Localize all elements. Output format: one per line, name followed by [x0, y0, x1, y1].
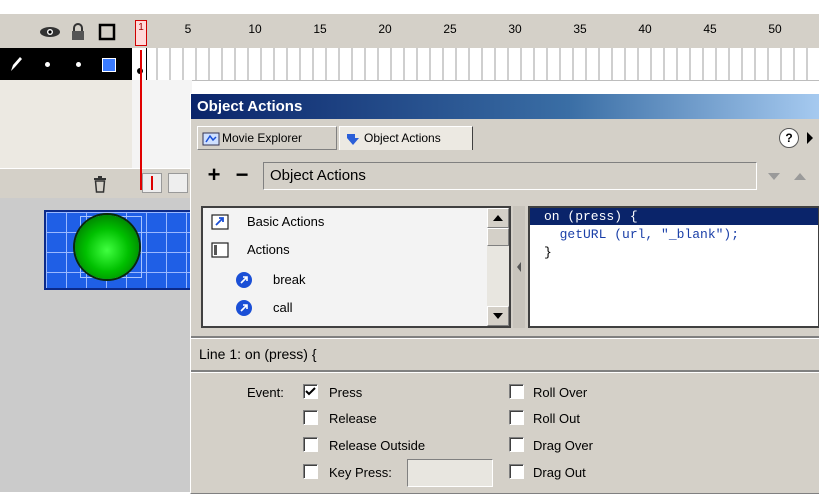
- visibility-dot[interactable]: [45, 62, 50, 67]
- pencil-icon: [8, 55, 24, 73]
- checkbox-roll-over[interactable]: [509, 384, 524, 399]
- checkbox-roll-out[interactable]: [509, 410, 524, 425]
- checkbox-label: Drag Out: [533, 465, 586, 480]
- tab-movie-explorer[interactable]: Movie Explorer: [197, 126, 337, 150]
- timeline-toolbar: [0, 168, 192, 199]
- checkbox-drag-over[interactable]: [509, 437, 524, 452]
- frame-number: 25: [443, 22, 457, 36]
- action-circle-icon: [235, 299, 253, 317]
- list-item-label: break: [273, 272, 306, 287]
- checkbox-key-press[interactable]: [303, 464, 318, 479]
- category-select-value: Object Actions: [270, 167, 366, 184]
- checkbox-label: Roll Over: [533, 385, 588, 400]
- remove-action-button[interactable]: −: [231, 164, 253, 188]
- help-button[interactable]: ?: [779, 128, 799, 148]
- frame-number: 45: [703, 22, 717, 36]
- status-divider: [191, 370, 819, 373]
- checkbox-release-outside[interactable]: [303, 437, 318, 452]
- playhead-line: [135, 16, 147, 194]
- key-press-field[interactable]: [407, 459, 493, 487]
- lock-dot[interactable]: [76, 62, 81, 67]
- list-item-label: call: [273, 300, 293, 315]
- object-actions-panel: Object Actions Movie Explorer Object Act…: [190, 93, 819, 494]
- code-line-selected[interactable]: on (press) {: [530, 208, 818, 225]
- layer-color-swatch[interactable]: [102, 58, 116, 72]
- book-arrow-icon: [211, 214, 229, 230]
- code-line[interactable]: getURL (url, "_blank");: [530, 226, 739, 243]
- object-actions-icon: [345, 131, 361, 145]
- category-select[interactable]: Object Actions: [263, 162, 757, 190]
- move-down-icon[interactable]: [765, 168, 783, 184]
- frame-number: 10: [248, 22, 262, 36]
- checkbox-press[interactable]: [303, 384, 318, 399]
- checkbox-label: Press: [329, 385, 363, 400]
- frame-ruler[interactable]: 1 5 10 15 20 25 30 35 40 45 50: [132, 14, 819, 48]
- frame-number: 30: [508, 22, 522, 36]
- onion-skin-icon[interactable]: [168, 173, 188, 193]
- actions-toolbox[interactable]: Basic Actions Actions break call: [201, 206, 511, 328]
- tab-label: Movie Explorer: [222, 131, 303, 145]
- frames-row[interactable]: [132, 48, 819, 81]
- checkbox-label: Roll Out: [533, 411, 580, 426]
- scroll-down-button[interactable]: [487, 306, 509, 326]
- frame-number: 5: [184, 22, 192, 36]
- add-action-button[interactable]: +: [203, 164, 225, 188]
- list-item[interactable]: break: [203, 266, 483, 294]
- trash-icon[interactable]: [92, 175, 108, 193]
- checkbox-label: Release: [329, 411, 377, 426]
- frame-number: 35: [573, 22, 587, 36]
- code-line[interactable]: }: [530, 244, 552, 261]
- panel-menu-arrow-icon[interactable]: [805, 130, 815, 146]
- tab-label: Object Actions: [364, 131, 441, 145]
- eye-icon[interactable]: [38, 25, 62, 39]
- scroll-thumb[interactable]: [487, 228, 509, 246]
- line-status: Line 1: on (press) {: [199, 346, 317, 362]
- movie-explorer-icon: [202, 131, 220, 146]
- checkbox-release[interactable]: [303, 410, 318, 425]
- checkbox-label: Release Outside: [329, 438, 426, 453]
- layer-list-empty: [0, 80, 132, 168]
- status-divider: [191, 336, 819, 339]
- frame-number: 20: [378, 22, 392, 36]
- event-label: Event:: [247, 385, 284, 400]
- list-item[interactable]: Actions: [203, 236, 483, 264]
- move-up-icon[interactable]: [791, 168, 809, 184]
- tab-object-actions[interactable]: Object Actions: [339, 126, 473, 150]
- script-editor[interactable]: on (press) { getURL (url, "_blank"); }: [528, 206, 819, 328]
- panel-title[interactable]: Object Actions: [191, 94, 819, 119]
- outline-icon[interactable]: [98, 23, 116, 41]
- pane-splitter[interactable]: [513, 206, 525, 328]
- checkbox-label: Drag Over: [533, 438, 593, 453]
- frame-number: 50: [768, 22, 782, 36]
- frame-number: 15: [313, 22, 327, 36]
- green-button-symbol[interactable]: [75, 215, 139, 279]
- list-item-label: Basic Actions: [247, 214, 325, 229]
- toolbox-scrollbar[interactable]: [487, 208, 509, 326]
- list-item[interactable]: Basic Actions: [203, 208, 483, 236]
- checkbox-label: Key Press:: [329, 465, 392, 480]
- layer-row-selected[interactable]: [0, 48, 132, 80]
- stage[interactable]: [0, 198, 192, 492]
- action-circle-icon: [235, 271, 253, 289]
- checkbox-drag-out[interactable]: [509, 464, 524, 479]
- book-icon: [211, 242, 229, 258]
- scroll-up-button[interactable]: [487, 208, 509, 228]
- list-item[interactable]: call: [203, 294, 483, 322]
- list-item-label: Actions: [247, 242, 290, 257]
- lock-icon[interactable]: [70, 23, 86, 41]
- frame-number: 40: [638, 22, 652, 36]
